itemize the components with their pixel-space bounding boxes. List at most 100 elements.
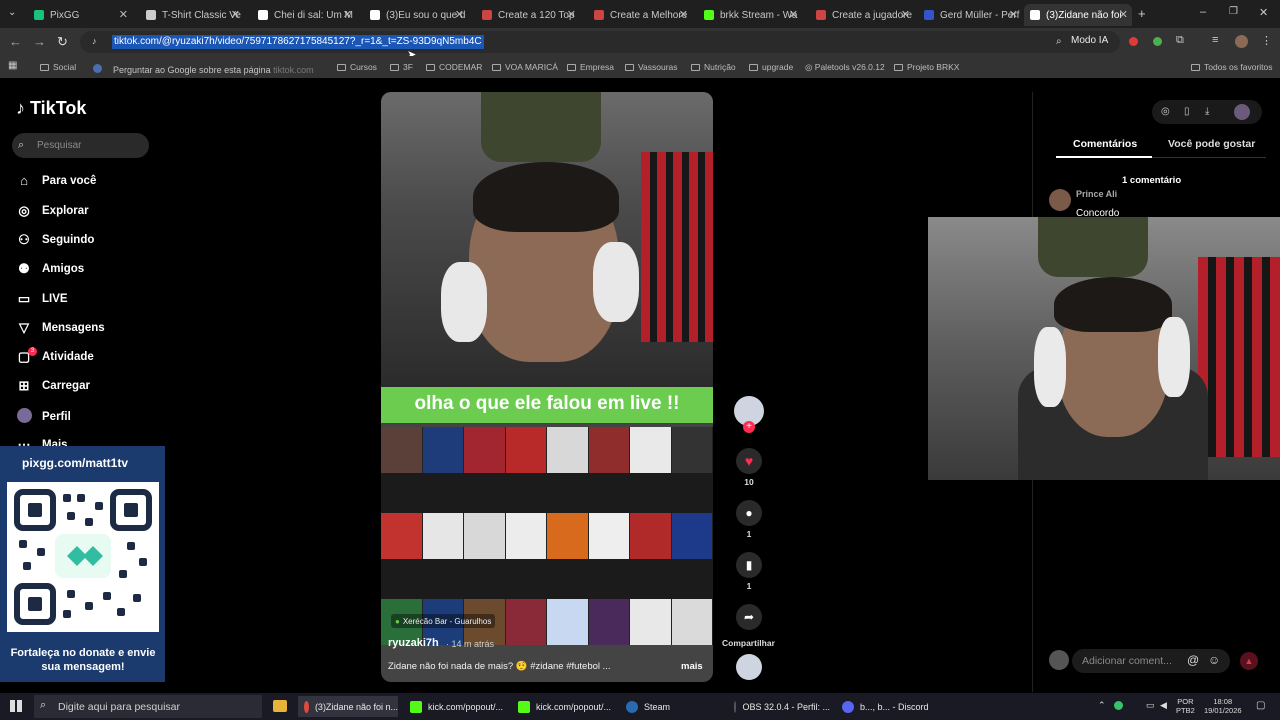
minimize-icon[interactable]: – [1200,6,1206,18]
close-icon[interactable]: ✕ [679,8,688,21]
back-icon[interactable]: ← [9,34,22,49]
nav-live[interactable]: ▭ LIVE [16,291,68,307]
close-icon[interactable]: ✕ [343,8,352,21]
video-player[interactable]: olha o que ele falou em live !! ● Xerécão… [381,92,713,682]
reload-icon[interactable]: ↻ [57,34,68,50]
windows-start-icon[interactable] [10,700,22,712]
profile-avatar[interactable] [1235,35,1248,48]
emoji-icon[interactable]: ☺ [1208,653,1220,667]
restore-icon[interactable]: ❐ [1229,6,1238,17]
browser-tab[interactable]: Chei di sal: Um M ✕ [252,4,356,26]
language-indicator[interactable]: POR PTB2 [1176,697,1195,715]
tab-search-icon[interactable]: ⌄ [8,7,16,18]
close-icon[interactable]: ✕ [901,8,910,21]
forward-icon[interactable]: → [33,34,46,49]
url-text[interactable]: tiktok.com/@ryuzaki7h/video/759717862717… [112,35,484,49]
bookmark-folder[interactable]: VOA MARICÁ [492,62,558,72]
browser-tab[interactable]: PixGG ✕ [28,4,132,26]
close-icon[interactable]: ✕ [119,8,128,21]
taskbar-app-kick[interactable]: kick.com/popout/... [406,696,506,717]
bookmark-folder[interactable]: Nutrição [691,62,736,72]
new-tab-icon[interactable]: + [1138,6,1146,21]
close-icon[interactable]: ✕ [231,8,240,21]
bookmark-label: CODEMAR [439,62,483,72]
send-comment-button[interactable]: ▲ [1240,652,1258,670]
extension-red-icon[interactable] [1129,37,1138,46]
all-bookmarks-folder[interactable]: Todos os favoritos [1191,62,1273,72]
tab-comments[interactable]: Comentários [1073,138,1137,150]
avatar[interactable] [1049,189,1071,211]
nav-for-you[interactable]: ⌂ Para você [16,173,96,188]
window-close-icon[interactable]: ✕ [1259,6,1268,19]
close-icon[interactable]: ✕ [1009,8,1018,21]
notification-icon[interactable]: ▢ [1256,700,1265,711]
save-button[interactable]: ▮ 1 [736,552,762,591]
bookmark-folder[interactable]: Empresa [567,62,614,72]
omnibox-suggestion[interactable]: Perguntar ao Google sobre esta página ti… [113,65,314,75]
empty-band [381,559,713,599]
compass-icon[interactable]: ◎ [1161,106,1170,117]
extensions-icon[interactable]: ⧉ [1176,34,1184,47]
close-icon[interactable]: ✕ [567,8,576,21]
bookmark-folder[interactable]: Projeto BRKX [894,62,959,72]
tab-groups-icon[interactable]: ≡ [1212,34,1218,46]
browser-tab-active[interactable]: (3)Zidane não foi ✕ [1024,4,1132,26]
nav-profile[interactable]: Perfil [16,408,71,426]
bookmark-folder[interactable]: 3F [390,62,413,72]
network-icon[interactable]: ▭ [1146,700,1155,711]
modo-ia-button[interactable]: Modo IA [1071,35,1108,46]
tray-chevron-icon[interactable]: ⌃ [1098,700,1106,711]
browser-tab[interactable]: Create a jugadore ✕ [810,4,914,26]
mention-icon[interactable]: @ [1187,653,1199,667]
nav-following[interactable]: ⚇ Seguindo [16,232,94,248]
browser-tab[interactable]: brkk Stream - Wa ✕ [698,4,802,26]
comment-button[interactable]: ● 1 [736,500,762,539]
taskbar-app-obs[interactable]: OBS 32.0.4 - Perfil: ... [730,696,830,717]
bookmark-link[interactable]: ◎ Paletools v26.0.12 [805,62,885,73]
avatar[interactable] [1234,104,1250,120]
commenter-name[interactable]: Prince Ali [1076,189,1117,199]
bookmark-folder[interactable]: Social [40,62,76,72]
file-explorer-icon[interactable] [273,700,287,712]
taskbar-app-steam[interactable]: Steam [622,696,722,717]
phone-icon[interactable]: ▯ [1184,106,1190,117]
tab-you-may-like[interactable]: Você pode gostar [1168,138,1255,150]
apps-icon[interactable]: ▦ [8,60,17,71]
more-link[interactable]: mais [681,661,703,672]
nav-messages[interactable]: ▽ Mensagens [16,320,105,336]
video-author[interactable]: ryuzaki7h [388,637,439,649]
tray-status-icon[interactable] [1114,701,1123,710]
taskbar-app-discord[interactable]: b..., b... - Discord [838,696,938,717]
volume-icon[interactable]: ◀ [1160,700,1167,711]
taskbar-clock[interactable]: 18:08 19/01/2026 [1204,697,1242,715]
nav-friends[interactable]: ⚉ Amigos [16,261,84,277]
bookmark-folder[interactable]: Vassouras [625,62,678,72]
site-info-icon[interactable]: ♪ [92,36,97,46]
taskbar-app-kick[interactable]: kick.com/popout/... [514,696,614,717]
nav-upload[interactable]: ⊞ Carregar [16,378,90,394]
tiktok-logo[interactable]: ♪ TikTok [16,98,86,119]
menu-icon[interactable]: ⋮ [1261,34,1272,47]
browser-tab[interactable]: Gerd Müller - Perf ✕ [918,4,1022,26]
close-icon[interactable]: ✕ [1119,8,1128,21]
bookmark-folder[interactable]: CODEMAR [426,62,482,72]
download-icon[interactable]: ⤓ [1205,106,1209,117]
bookmark-folder[interactable]: upgrade [749,62,793,72]
browser-tab[interactable]: Create a 120 Top ✕ [476,4,580,26]
location-tag[interactable]: ● Xerécão Bar - Guarulhos [391,614,496,628]
taskbar-app-chrome[interactable]: (3)Zidane não foi n... [298,696,398,717]
close-icon[interactable]: ✕ [455,8,464,21]
close-icon[interactable]: ✕ [789,8,798,21]
music-disc-button[interactable] [736,654,762,680]
browser-tab[interactable]: T-Shirt Classic Ve ✕ [140,4,244,26]
browser-tab[interactable]: Create a Melhore ✕ [588,4,692,26]
compass-icon: ◎ [18,203,30,218]
like-button[interactable]: ♥ 10 [736,448,762,487]
bookmark-folder[interactable]: Cursos [337,62,377,72]
browser-tab[interactable]: (3)Eu sou o que d ✕ [364,4,468,26]
extension-green-icon[interactable] [1153,37,1162,46]
share-button[interactable]: ➦ [736,604,762,630]
follow-plus-icon[interactable]: + [743,421,755,433]
ai-search-icon: ⌕ [1056,36,1062,47]
nav-explore[interactable]: ◎ Explorar [16,203,88,219]
